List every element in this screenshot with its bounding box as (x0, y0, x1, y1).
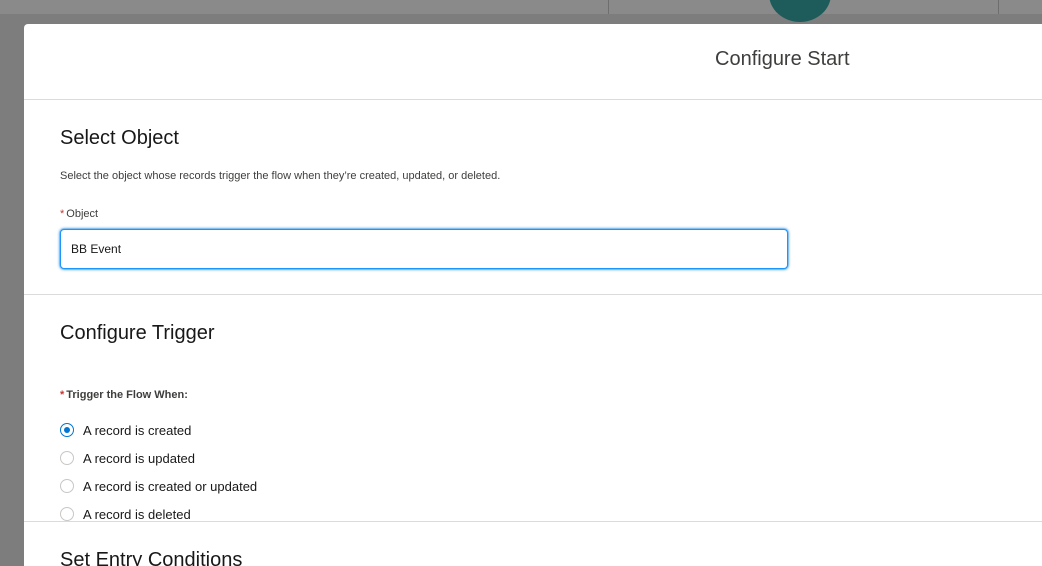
entry-conditions-section: Set Entry Conditions (24, 522, 1042, 566)
select-object-description: Select the object whose records trigger … (60, 170, 501, 182)
entry-conditions-title: Set Entry Conditions (60, 549, 243, 566)
radio-label[interactable]: A record is deleted (83, 507, 191, 522)
modal-title: Configure Start (715, 48, 850, 70)
radio-option-updated[interactable]: A record is updated (60, 444, 257, 472)
modal-header: Configure Start (24, 24, 1042, 100)
radio-label[interactable]: A record is updated (83, 451, 195, 466)
configure-trigger-section: Configure Trigger * Trigger the Flow When… (24, 295, 1042, 522)
select-object-section: Select Object Select the object whose re… (24, 100, 1042, 295)
required-marker: * (60, 389, 65, 401)
select-object-title: Select Object (60, 127, 179, 149)
required-marker: * (60, 208, 65, 220)
radio-option-created[interactable]: A record is created (60, 416, 257, 444)
background-divider (608, 0, 609, 14)
radio-button[interactable] (60, 479, 74, 493)
radio-option-created-or-updated[interactable]: A record is created or updated (60, 472, 257, 500)
radio-label[interactable]: A record is created or updated (83, 479, 257, 494)
object-field-label: * Object (60, 208, 98, 220)
trigger-radio-group: A record is created A record is updated … (60, 416, 257, 528)
background-toolbar (0, 0, 1042, 14)
object-input[interactable] (60, 229, 788, 269)
trigger-field-label: * Trigger the Flow When: (60, 389, 188, 401)
trigger-label-text: Trigger the Flow When: (66, 389, 188, 401)
radio-button[interactable] (60, 451, 74, 465)
radio-button[interactable] (60, 423, 74, 437)
configure-trigger-title: Configure Trigger (60, 322, 215, 344)
background-divider (998, 0, 999, 14)
radio-button[interactable] (60, 507, 74, 521)
radio-label[interactable]: A record is created (83, 423, 191, 438)
configure-start-modal: Configure Start Select Object Select the… (24, 24, 1042, 566)
object-label-text: Object (66, 208, 99, 220)
